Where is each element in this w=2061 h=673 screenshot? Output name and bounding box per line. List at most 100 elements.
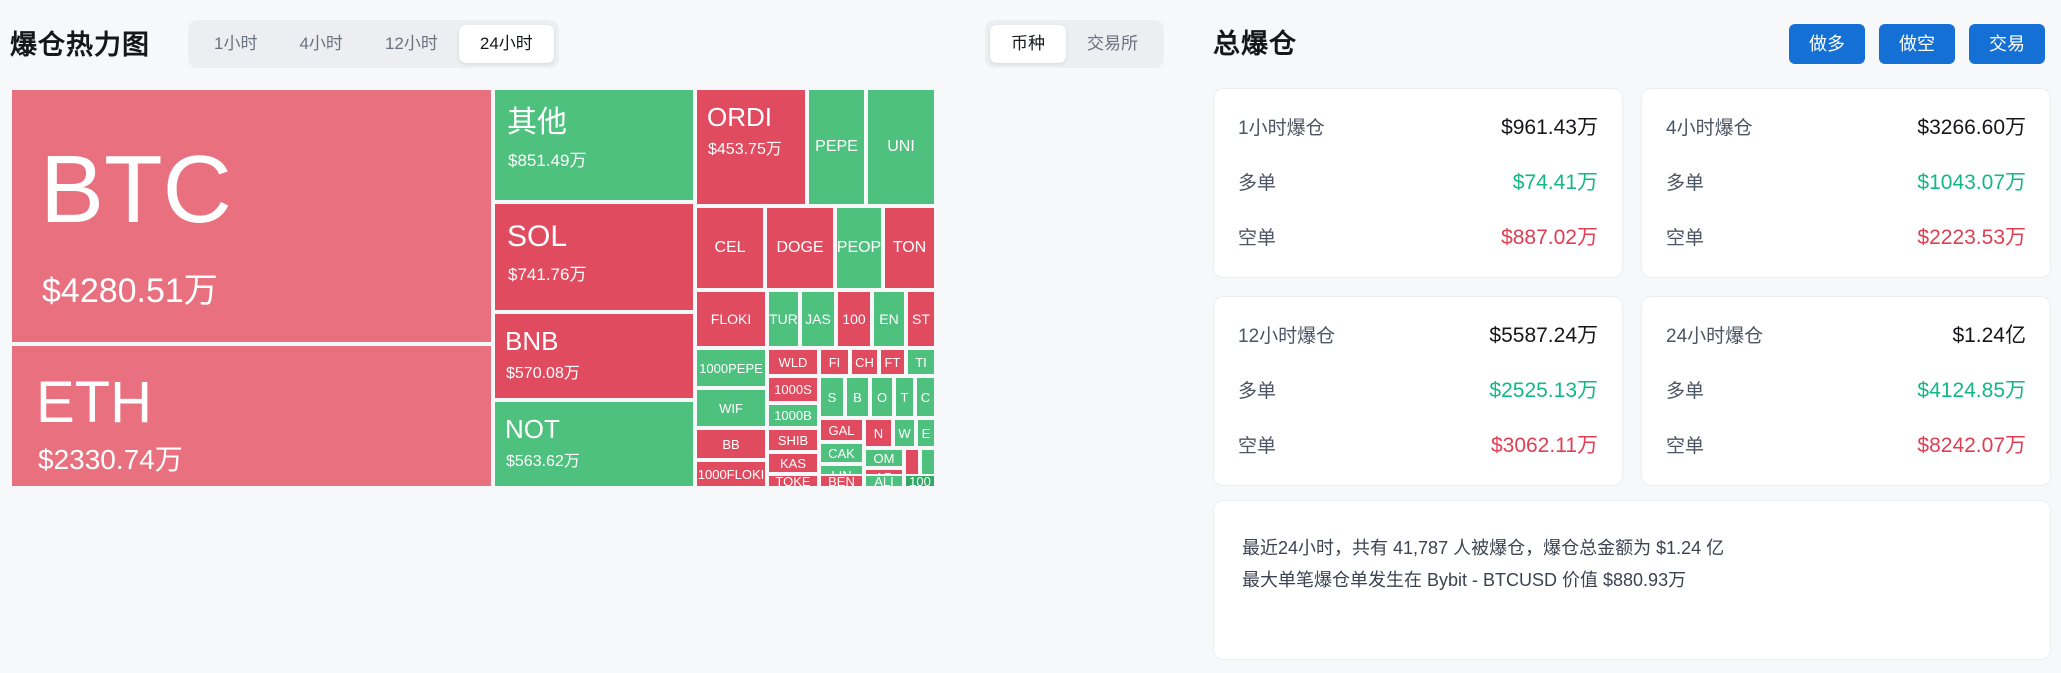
treemap-tile-uni[interactable]: UNI: [866, 88, 936, 206]
treemap-tile-st[interactable]: ST: [906, 290, 936, 348]
tile-symbol: B: [853, 389, 862, 405]
treemap-tile-100[interactable]: 100: [836, 290, 872, 348]
tile-symbol: FT: [884, 354, 901, 370]
summary-note: 最近24小时，共有 41,787 人被爆仓，爆仓总金额为 $1.24 亿 最大单…: [1213, 500, 2051, 660]
treemap-tile-n[interactable]: N: [864, 418, 893, 448]
treemap-tile-floki[interactable]: FLOKI: [695, 290, 767, 348]
treemap-tile-ch[interactable]: CH: [850, 348, 879, 376]
treemap-tile-wif[interactable]: WIF: [695, 388, 767, 428]
card-long-value: $4124.85万: [1917, 379, 2026, 402]
tile-symbol: PEPE: [815, 138, 858, 155]
tile-value: $453.75万: [708, 141, 782, 158]
time-range-tabs[interactable]: 1小时 4小时 12小时 24小时: [188, 20, 559, 68]
tab-coin[interactable]: 币种: [990, 25, 1066, 63]
card-short-value: $2223.53万: [1917, 226, 2026, 249]
trade-button[interactable]: 交易: [1969, 24, 2045, 64]
treemap-tile-ali[interactable]: ALI: [864, 474, 904, 488]
tile-symbol: ST: [912, 311, 930, 327]
tile-symbol: E: [921, 425, 931, 441]
treemap-tile-pepe[interactable]: PEPE: [807, 88, 866, 206]
card-total-value: $3266.60万: [1917, 116, 2026, 139]
card-short-label: 空单: [1238, 227, 1277, 249]
tile-symbol: EN: [879, 311, 899, 327]
treemap-tile-ft[interactable]: FT: [879, 348, 906, 376]
treemap-tile-not[interactable]: NOT $563.62万: [493, 400, 695, 488]
treemap-tile-bb[interactable]: BB: [695, 428, 767, 460]
treemap-tile-o[interactable]: O: [870, 376, 894, 418]
page-title: 爆仓热力图: [10, 30, 150, 60]
stat-card-12h: 12小时爆仓 $5587.24万 多单 $2525.13万 空单 $3062.1…: [1213, 296, 1623, 486]
treemap-tile-fi[interactable]: FI: [819, 348, 850, 376]
treemap-tile-c[interactable]: C: [915, 376, 936, 418]
treemap-tile-t[interactable]: T: [894, 376, 915, 418]
tile-symbol: ORDI: [707, 102, 772, 132]
treemap-tile-toke[interactable]: TOKE: [767, 474, 819, 488]
treemap-tile-other[interactable]: 其他 $851.49万: [493, 88, 695, 202]
treemap-tile-en[interactable]: EN: [872, 290, 906, 348]
treemap-tile-cak[interactable]: CAK: [819, 442, 864, 464]
treemap-tile-sol[interactable]: SOL $741.76万: [493, 202, 695, 312]
tile-value: $2330.74万: [38, 444, 183, 475]
card-total-value: $1.24亿: [1952, 324, 2026, 347]
treemap-tile-kas[interactable]: KAS: [767, 452, 819, 474]
treemap-tile-ben[interactable]: BEN: [819, 474, 864, 488]
treemap-tile-esmall[interactable]: [920, 448, 936, 476]
card-period-label: 4小时爆仓: [1666, 117, 1753, 139]
treemap-tile-gal[interactable]: GAL: [819, 418, 864, 442]
tile-symbol: O: [876, 389, 888, 405]
treemap-tile-bnb[interactable]: BNB $570.08万: [493, 312, 695, 400]
card-long-row: 多单 $74.41万: [1238, 166, 1598, 196]
card-short-row: 空单 $2223.53万: [1666, 221, 2026, 251]
tile-symbol: BNB: [505, 326, 559, 356]
long-button[interactable]: 做多: [1789, 24, 1865, 64]
card-long-value: $2525.13万: [1489, 379, 1598, 402]
treemap-tile-jas[interactable]: JAS: [800, 290, 836, 348]
treemap-tile-1000pepe[interactable]: 1000PEPE: [695, 348, 767, 388]
tile-symbol: W: [898, 425, 911, 441]
tile-symbol: 100: [909, 474, 931, 488]
group-by-tabs[interactable]: 币种 交易所: [985, 20, 1164, 68]
treemap-tile-wld[interactable]: WLD: [767, 348, 819, 376]
tile-symbol: JAS: [805, 311, 831, 327]
tab-1h[interactable]: 1小时: [193, 25, 278, 63]
tab-12h[interactable]: 12小时: [364, 25, 459, 63]
treemap-tile-ton[interactable]: TON: [883, 206, 936, 290]
treemap-tile-ti[interactable]: TI: [906, 348, 936, 376]
treemap-tile-peop[interactable]: PEOP: [835, 206, 883, 290]
treemap-tile-ordi[interactable]: ORDI $453.75万: [695, 88, 807, 206]
tile-symbol: 1000S: [774, 382, 812, 397]
treemap-tile-100b[interactable]: 100: [904, 474, 936, 488]
treemap-tile-cel[interactable]: CEL: [695, 206, 765, 290]
treemap-tile-om[interactable]: OM: [864, 448, 904, 468]
tile-symbol: NOT: [505, 414, 560, 444]
treemap-tile-w[interactable]: W: [893, 418, 916, 448]
tile-symbol: BB: [722, 436, 740, 452]
tile-symbol: SHIB: [777, 432, 809, 448]
tile-symbol: CH: [855, 354, 874, 370]
short-button[interactable]: 做空: [1879, 24, 1955, 64]
treemap-tile-b[interactable]: B: [845, 376, 870, 418]
treemap-tile-1000b[interactable]: 1000B: [767, 403, 819, 428]
tab-24h[interactable]: 24小时: [458, 25, 554, 63]
tile-symbol: TON: [892, 239, 927, 256]
note-line-2: 最大单笔爆仓单发生在 Bybit - BTCUSD 价值 $880.93万: [1242, 569, 1687, 590]
treemap-tile-1000s[interactable]: 1000S: [767, 376, 819, 403]
treemap-tile-shib[interactable]: SHIB: [767, 428, 819, 452]
tile-symbol: 1000B: [774, 408, 812, 423]
tab-exchange[interactable]: 交易所: [1066, 25, 1159, 63]
treemap-tile-doge[interactable]: DOGE: [765, 206, 835, 290]
card-total-row: 1小时爆仓 $961.43万: [1238, 111, 1598, 141]
tab-4h[interactable]: 4小时: [278, 25, 363, 63]
treemap-tile-btc[interactable]: BTC $4280.51万: [10, 88, 493, 344]
treemap-tile-bsmall[interactable]: [904, 448, 920, 476]
treemap-tile-1000floki[interactable]: 1000FLOKI: [695, 460, 767, 488]
card-short-label: 空单: [1666, 227, 1705, 249]
treemap-tile-eth[interactable]: ETH $2330.74万: [10, 344, 493, 488]
tile-symbol: ALI: [874, 474, 894, 488]
card-long-label: 多单: [1238, 172, 1277, 194]
tile-symbol: WIF: [719, 400, 743, 416]
treemap-tile-e[interactable]: E: [916, 418, 936, 448]
card-short-value: $887.02万: [1501, 226, 1598, 249]
treemap-tile-tur[interactable]: TUR: [767, 290, 800, 348]
treemap-tile-s[interactable]: S: [819, 376, 845, 418]
